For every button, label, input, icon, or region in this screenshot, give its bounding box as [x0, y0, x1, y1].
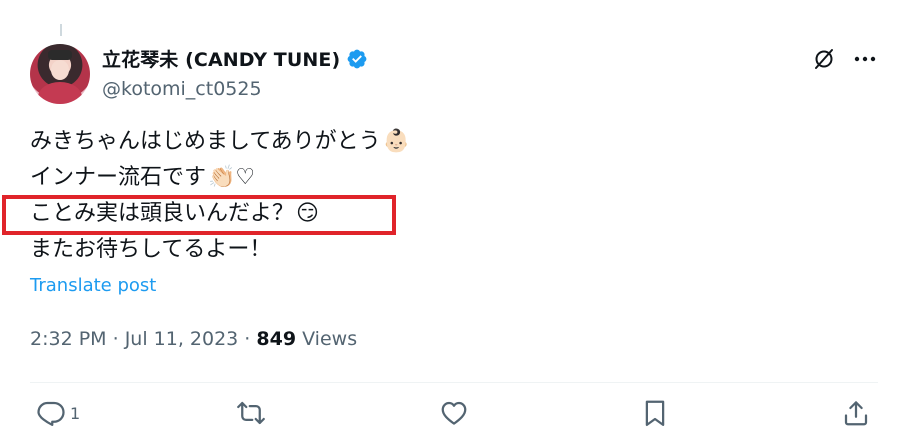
- views-count: 849: [256, 328, 297, 350]
- tweet-meta: 2:32 PM · Jul 11, 2023 · 849 Views: [30, 328, 358, 350]
- author-name-row[interactable]: 立花琴未 (CANDY TUNE): [102, 45, 368, 72]
- share-button[interactable]: [841, 398, 871, 428]
- tweet-line-2: インナー流石です 👏🏻♡: [30, 160, 410, 196]
- bookmark-button[interactable]: [640, 398, 670, 428]
- translate-post-link[interactable]: Translate post: [30, 275, 156, 296]
- share-icon: [844, 401, 868, 426]
- tweet-date[interactable]: Jul 11, 2023: [125, 328, 239, 350]
- like-button[interactable]: [439, 398, 469, 428]
- avatar[interactable]: [30, 44, 90, 104]
- repost-icon: [237, 401, 265, 425]
- grok-icon[interactable]: [812, 47, 836, 71]
- repost-button[interactable]: [236, 398, 266, 428]
- bookmark-icon: [645, 400, 665, 426]
- reply-count: 1: [70, 403, 81, 423]
- verified-badge-icon: [347, 49, 367, 68]
- divider: [30, 382, 878, 383]
- tweet-line-1: みきちゃんはじめましてありがとう 👶🏻: [30, 124, 410, 160]
- thread-connector: [60, 24, 62, 36]
- display-name[interactable]: 立花琴未 (CANDY TUNE): [102, 45, 340, 72]
- tweet-line-4: またお待ちしてるよー！: [30, 237, 272, 262]
- reply-button[interactable]: 1: [36, 398, 80, 428]
- more-icon[interactable]: [852, 47, 878, 71]
- tweet-time[interactable]: 2:32 PM: [30, 328, 107, 350]
- author-handle[interactable]: @kotomi_ct0525: [102, 78, 262, 100]
- baby-emoji-icon: 👶🏻: [382, 129, 411, 154]
- views-label: Views: [296, 328, 358, 350]
- reply-icon: [37, 401, 65, 426]
- highlight-annotation: [2, 195, 396, 235]
- clap-emoji-icon: 👏🏻♡: [208, 165, 256, 190]
- like-icon: [441, 401, 467, 425]
